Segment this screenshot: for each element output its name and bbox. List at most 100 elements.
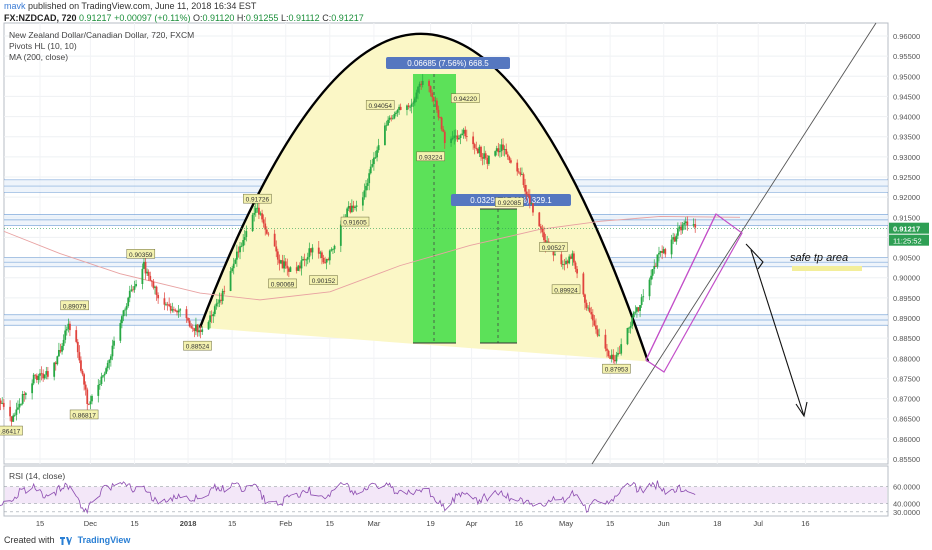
candle-body (256, 207, 259, 209)
candle-body (684, 221, 687, 223)
candle-body (177, 310, 180, 313)
candle-body (462, 129, 465, 134)
candle-body (407, 105, 410, 107)
time-axis[interactable]: 15 Dec 15 2018 15 Feb 15 Mar 19 Apr 16 May 15 Jun 18 Ju… (36, 519, 810, 528)
candle-body (450, 138, 452, 143)
candle-body (640, 297, 643, 306)
candle-body (606, 348, 608, 351)
candle-body (108, 359, 111, 363)
candle-body (78, 352, 81, 361)
candle-body (18, 403, 21, 408)
candle-body (111, 345, 114, 357)
candle-body (133, 286, 136, 290)
candle-body (434, 100, 437, 102)
candle-body (9, 406, 11, 417)
candle-body (595, 325, 597, 330)
candle-body (527, 193, 530, 196)
pivot-label: 0.94220 (454, 96, 478, 103)
candle-body (280, 260, 282, 264)
candle-body (453, 135, 456, 139)
pivot-label: 0.90527 (542, 245, 566, 252)
candle-body (12, 415, 15, 422)
candle-body (322, 258, 325, 263)
candle-body (86, 389, 89, 404)
candle-body (278, 259, 281, 264)
candle-body (664, 249, 667, 255)
candle-body (418, 83, 421, 87)
candle-body (154, 286, 156, 288)
chart[interactable]: 0.06685 (7.56%) 668.50.03291 (3.72%) 329… (0, 0, 932, 550)
candle-body (683, 222, 686, 225)
candle-body (629, 326, 632, 328)
candle-body (439, 117, 441, 119)
candle-body (311, 247, 314, 253)
x-tick-label: Mar (367, 519, 380, 528)
x-tick-label: May (559, 519, 573, 528)
candle-body (253, 212, 256, 215)
candle-body (220, 299, 223, 301)
candle-body (587, 307, 589, 309)
pivot-label: 0.90069 (271, 281, 295, 288)
candle-body (169, 305, 172, 311)
candle-body (100, 376, 103, 385)
candle-body (487, 155, 490, 164)
candle-body (532, 203, 534, 213)
candle-body (217, 302, 219, 304)
candle-body (261, 213, 263, 220)
candle-body (80, 360, 82, 371)
candle-body (13, 414, 16, 416)
candle-body (365, 185, 367, 191)
candle-body (65, 329, 68, 331)
price-axis[interactable]: 0.96000 0.95500 0.95000 0.94500 0.94000 0.935… (893, 32, 920, 464)
candle-body (354, 206, 356, 209)
candle-body (155, 286, 158, 296)
candle-body (317, 247, 320, 254)
candle-body (539, 226, 542, 229)
candle-body (387, 119, 389, 126)
y-tick-label: 0.93000 (893, 153, 920, 162)
measure-big-label: 0.06685 (7.56%) 668.5 (407, 59, 489, 68)
candle-body (618, 352, 621, 354)
candle-body (607, 350, 610, 357)
candle-body (584, 294, 586, 303)
candle-body (298, 265, 301, 269)
countdown-badge: 11:25:52 (893, 237, 922, 246)
y-tick-label: 0.87500 (893, 374, 920, 383)
candle-body (676, 228, 679, 236)
pivot-label: 0.91605 (343, 220, 367, 227)
y-tick-label: 0.94000 (893, 113, 920, 122)
candle-body (588, 307, 591, 313)
candle-body (502, 144, 504, 150)
candle-body (24, 393, 27, 395)
candle-body (172, 309, 175, 311)
candle-body (201, 329, 204, 332)
candle-body (651, 268, 654, 276)
candle-body (634, 311, 637, 313)
candle-body (56, 356, 59, 365)
candle-body (396, 110, 399, 113)
candle-body (262, 219, 265, 224)
candle-body (566, 260, 569, 264)
candle-body (563, 264, 566, 266)
candle-body (198, 330, 200, 333)
tradingview-logo-icon (60, 537, 73, 545)
candle-body (193, 328, 196, 332)
legend-pivots: Pivots HL (10, 10) (9, 41, 77, 51)
tradingview-brand[interactable]: TradingView (78, 535, 131, 545)
candle-body (310, 248, 312, 253)
candle-body (210, 315, 213, 317)
candle-body (276, 251, 279, 260)
pivot-label: 0.86417 (0, 429, 21, 436)
candle-body (675, 235, 678, 242)
candle-body (330, 249, 333, 251)
candle-body (582, 273, 585, 295)
candle-body (464, 129, 467, 137)
candle-body (58, 349, 60, 357)
candle-body (143, 261, 145, 269)
candle-body (258, 207, 260, 215)
pivot-label: 0.93224 (419, 154, 443, 161)
safe-tp-label: safe tp area (790, 252, 848, 264)
candle-body (265, 229, 268, 234)
candle-body (45, 371, 48, 375)
candle-body (388, 117, 391, 120)
